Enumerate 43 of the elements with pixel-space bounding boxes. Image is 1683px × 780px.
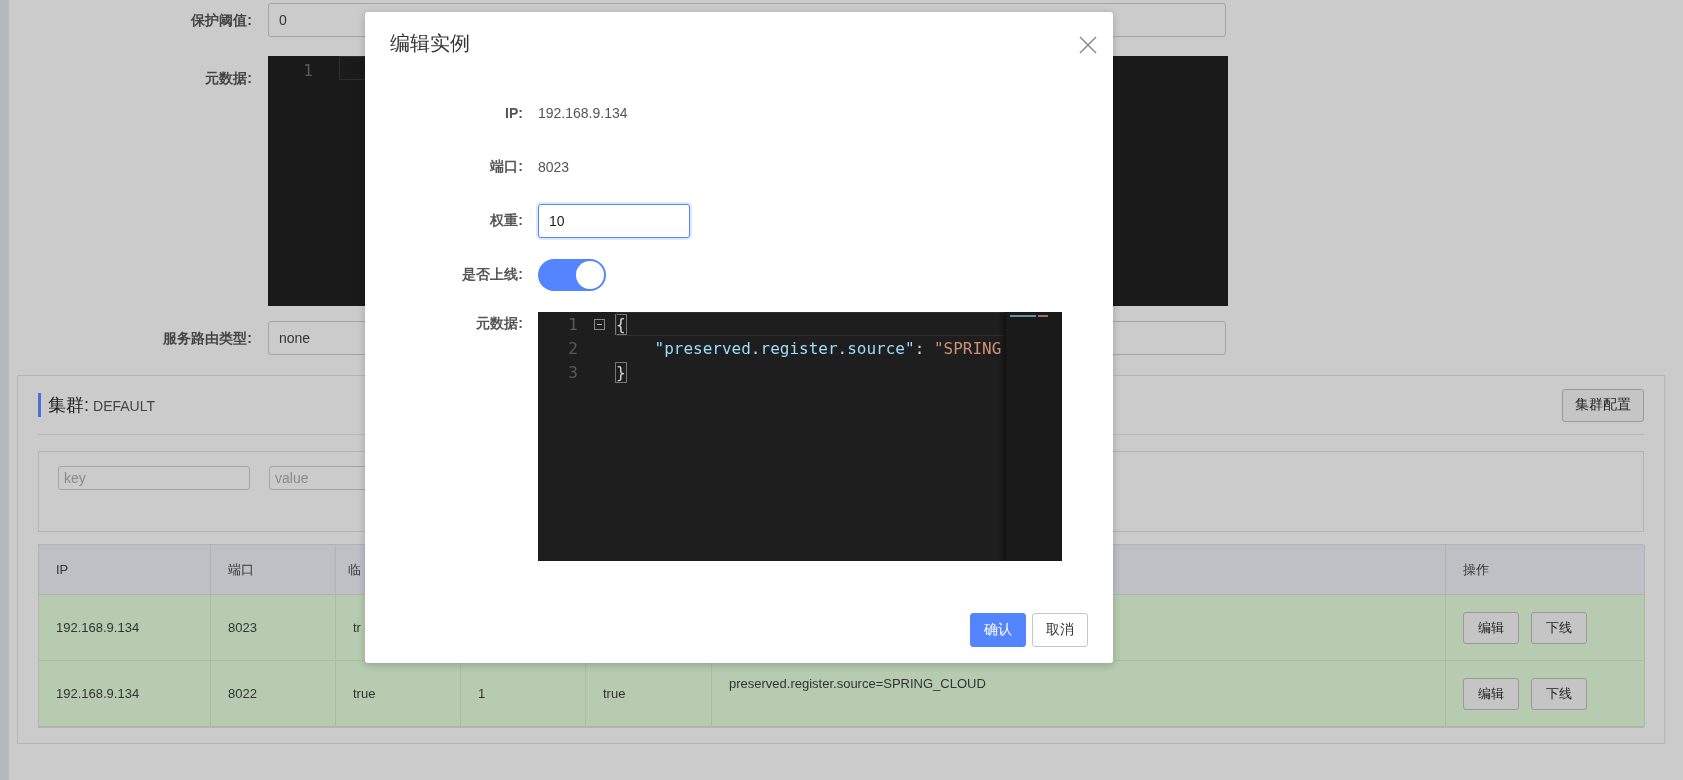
table-cell: true <box>586 661 712 727</box>
cancel-button[interactable]: 取消 <box>1032 613 1088 647</box>
form-label: 服务路由类型: <box>162 329 252 348</box>
dialog-title: 编辑实例 <box>390 31 470 56</box>
line-number: 2 <box>567 338 579 358</box>
table-cell: preserved.register.source=SPRING_CLOUD <box>712 661 1446 727</box>
column-header: 操作 <box>1446 545 1645 595</box>
field-label: IP: <box>504 105 523 121</box>
edit-button[interactable]: 编辑 <box>1463 611 1519 644</box>
code-line: } <box>616 362 626 382</box>
form-label: 保护阈值: <box>190 11 252 30</box>
online-switch[interactable] <box>538 259 606 291</box>
table-cell: 8023 <box>211 595 336 661</box>
field-label: 是否上线: <box>461 266 523 284</box>
field-value: 192.168.9.134 <box>538 105 628 121</box>
form-label: 元数据: <box>204 69 252 88</box>
collapse-icon[interactable] <box>594 318 605 330</box>
line-number: 3 <box>567 362 579 382</box>
line-number: 1 <box>567 314 579 334</box>
field-label: 元数据: <box>475 314 523 333</box>
code-line: { <box>616 314 626 334</box>
cluster-config-button[interactable]: 集群配置 <box>1562 388 1644 422</box>
table-cell: 8022 <box>211 661 336 727</box>
field-label: 端口: <box>489 158 523 176</box>
table-cell: 1 <box>461 661 586 727</box>
field-value: 8023 <box>538 159 570 175</box>
table-cell: 192.168.9.134 <box>39 661 211 727</box>
code-editor[interactable]: 1 { 2 "preserved.register.source": "SPRING 3 } <box>538 312 1062 561</box>
field-label: 权重: <box>489 212 523 230</box>
table-cell: true <box>336 661 461 727</box>
line-number: 1 <box>302 60 314 80</box>
cluster-name: DEFAULT <box>93 398 155 414</box>
weight-input[interactable]: 10 <box>538 204 690 238</box>
cluster-title: 集群: <box>48 394 89 417</box>
minimap-drawing <box>1010 315 1050 318</box>
close-icon[interactable] <box>1079 36 1097 54</box>
offline-button[interactable]: 下线 <box>1531 677 1587 710</box>
offline-button[interactable]: 下线 <box>1531 611 1587 644</box>
table-cell: 192.168.9.134 <box>39 595 211 661</box>
edit-button[interactable]: 编辑 <box>1463 677 1519 710</box>
column-header: 端口 <box>211 545 336 595</box>
code-line: "preserved.register.source": "SPRING <box>653 338 1002 358</box>
column-header: IP <box>39 545 211 595</box>
